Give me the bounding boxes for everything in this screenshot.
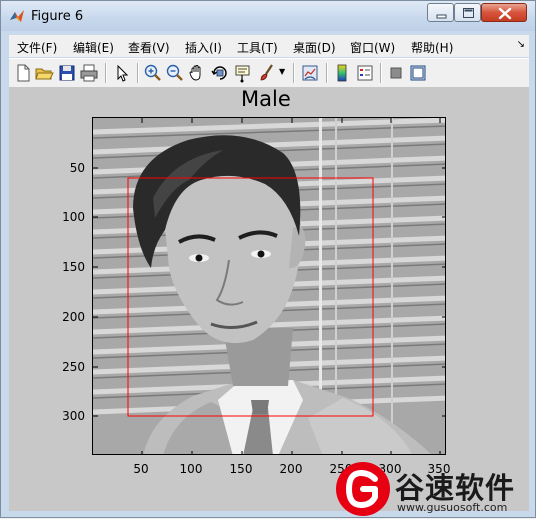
window-title: Figure 6 xyxy=(31,9,84,24)
menu-window[interactable]: 窗口(W) xyxy=(350,39,395,56)
watermark: 谷速软件 www.gusuosoft.com xyxy=(333,459,536,519)
y-tick-label: 250 xyxy=(62,360,85,374)
minimize-icon xyxy=(436,14,447,19)
brush-icon[interactable] xyxy=(257,63,277,83)
x-tick-label: 50 xyxy=(133,462,149,476)
menu-overflow-icon[interactable]: ↘ xyxy=(517,39,525,50)
title-bar[interactable]: Figure 6 xyxy=(1,1,535,31)
maximize-button[interactable] xyxy=(454,3,481,22)
matlab-logo-icon xyxy=(10,10,24,22)
link-plot-icon[interactable] xyxy=(300,63,320,83)
toolbar-separator xyxy=(326,63,328,83)
y-tick-label: 300 xyxy=(62,409,85,423)
menu-file[interactable]: 文件(F) xyxy=(17,39,57,56)
figure-window: Figure 6 文件(F) 编辑(E) 查看(V) 插入(I) 工具(T) 桌… xyxy=(0,0,536,518)
hide-plot-tools-icon[interactable] xyxy=(386,63,406,83)
watermark-url: www.gusuosoft.com xyxy=(397,501,508,514)
toolbar-separator xyxy=(293,63,295,83)
new-figure-icon[interactable] xyxy=(13,63,33,83)
figure-title: Male xyxy=(241,87,291,111)
legend-icon[interactable] xyxy=(355,63,375,83)
watermark-logo-icon xyxy=(336,462,390,516)
y-tick-label: 200 xyxy=(62,310,85,324)
show-plot-tools-icon[interactable] xyxy=(408,63,428,83)
close-icon xyxy=(498,7,512,20)
toolbar-separator xyxy=(380,63,382,83)
minimize-button[interactable] xyxy=(427,3,454,22)
menu-view[interactable]: 查看(V) xyxy=(128,39,170,56)
y-tick-label: 150 xyxy=(62,260,85,274)
close-button[interactable] xyxy=(481,3,527,22)
colorbar-icon[interactable] xyxy=(332,63,352,83)
y-tick-label: 100 xyxy=(62,210,85,224)
brush-dropdown-icon[interactable]: ▼ xyxy=(279,67,285,76)
pan-icon[interactable] xyxy=(187,63,207,83)
data-cursor-icon[interactable] xyxy=(233,63,253,83)
menu-bar: 文件(F) 编辑(E) 查看(V) 插入(I) 工具(T) 桌面(D) 窗口(W… xyxy=(9,35,529,57)
figure-toolbar: ▼ xyxy=(9,58,529,88)
menu-desktop[interactable]: 桌面(D) xyxy=(293,39,336,56)
x-tick-label: 150 xyxy=(229,462,253,476)
menu-edit[interactable]: 编辑(E) xyxy=(73,39,114,56)
zoom-in-icon[interactable] xyxy=(143,63,163,83)
save-icon[interactable] xyxy=(57,63,77,83)
axes-ticks xyxy=(93,118,445,454)
figure-canvas: Male 50 100 150 200 250 300 50 100 150 2… xyxy=(9,87,529,511)
x-tick-label: 100 xyxy=(179,462,203,476)
print-icon[interactable] xyxy=(79,63,99,83)
edit-plot-icon[interactable] xyxy=(112,63,132,83)
y-tick-label: 50 xyxy=(69,161,85,175)
x-tick-label: 200 xyxy=(279,462,303,476)
open-file-icon[interactable] xyxy=(34,63,54,83)
maximize-icon xyxy=(463,8,474,18)
image-axes[interactable] xyxy=(92,117,446,455)
toolbar-separator xyxy=(137,63,139,83)
toolbar-separator xyxy=(105,63,107,83)
zoom-out-icon[interactable] xyxy=(165,63,185,83)
menu-help[interactable]: 帮助(H) xyxy=(411,39,453,56)
menu-tools[interactable]: 工具(T) xyxy=(237,39,278,56)
rotate-3d-icon[interactable] xyxy=(210,63,230,83)
menu-insert[interactable]: 插入(I) xyxy=(185,39,222,56)
